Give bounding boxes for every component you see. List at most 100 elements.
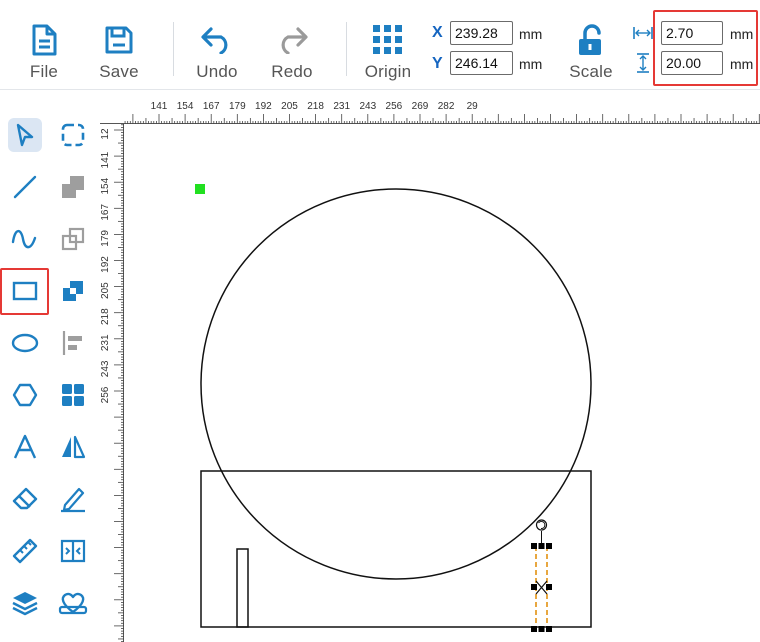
hexagon-icon: [12, 383, 38, 407]
design-canvas[interactable]: [124, 124, 760, 642]
width-arrow-icon: [633, 25, 653, 41]
resize-handle[interactable]: [531, 543, 537, 549]
canvas-drawing: [195, 184, 592, 632]
array-tool[interactable]: [56, 378, 90, 412]
ruler-icon: [12, 538, 38, 564]
vertical-ruler: 12 141 154 167 179 192 205 218 231 243 256: [100, 124, 124, 642]
origin-button[interactable]: Origin: [360, 0, 416, 90]
redo-icon: [272, 20, 312, 60]
origin-grid-icon: [368, 20, 408, 60]
weld-tool[interactable]: [56, 170, 90, 204]
resize-handle[interactable]: [531, 584, 537, 590]
ruler-tick-label: 12: [100, 128, 111, 140]
pen-sign-icon: [61, 487, 85, 513]
selected-bar-shape[interactable]: [531, 519, 552, 632]
resize-handle[interactable]: [546, 626, 552, 632]
ruler-tick-label: 179: [100, 230, 111, 247]
ruler-tick-label: 29: [467, 101, 479, 112]
ruler-tick-label: 192: [100, 256, 111, 273]
ruler-tick-label: 256: [386, 101, 403, 112]
resize-handle[interactable]: [546, 543, 552, 549]
ruler-tick-label: 231: [333, 101, 350, 112]
ruler-tick-label: 269: [412, 101, 429, 112]
overlap-fill-icon: [63, 281, 83, 301]
text-tool[interactable]: [8, 430, 42, 464]
redo-label: Redo: [271, 62, 313, 81]
undo-icon: [197, 20, 237, 60]
eraser-tool[interactable]: [8, 482, 42, 516]
y-label: Y: [432, 55, 443, 72]
curve-tool[interactable]: [8, 222, 42, 256]
ruler-tick-label: 179: [229, 101, 246, 112]
line-tool[interactable]: [8, 170, 42, 204]
top-toolbar: File Save Undo Redo Origin X 239.28 mm Y…: [0, 0, 760, 90]
ruler-tick-label: 231: [100, 334, 111, 351]
resize-handle[interactable]: [531, 626, 537, 632]
mirror-tool[interactable]: [56, 430, 90, 464]
grid-squares-icon: [62, 384, 84, 406]
cursor-arrow-icon: [16, 123, 34, 147]
ruler-tick-label: 141: [151, 101, 168, 112]
height-arrow-icon: [635, 53, 651, 73]
ruler-tick-label: 205: [281, 101, 298, 112]
node-edit-tool[interactable]: [56, 118, 90, 152]
circle-shape[interactable]: [200, 188, 592, 580]
measure-tool[interactable]: [8, 534, 42, 568]
x-position-input[interactable]: [450, 21, 513, 45]
shape-library-tool[interactable]: [56, 586, 90, 620]
scale-label: Scale: [569, 62, 613, 81]
redo-button[interactable]: Redo: [268, 0, 316, 90]
sign-tool[interactable]: [56, 482, 90, 516]
ellipse-icon: [11, 333, 39, 353]
x-unit: mm: [519, 26, 543, 42]
ruler-tick-label: 243: [100, 360, 111, 377]
y-unit: mm: [519, 56, 543, 72]
layers-icon: [12, 592, 38, 616]
undo-label: Undo: [196, 62, 238, 81]
layers-tool[interactable]: [8, 586, 42, 620]
split-tool[interactable]: [56, 534, 90, 568]
ruler-tick-label: 167: [203, 101, 220, 112]
select-tool[interactable]: [8, 118, 42, 152]
horizontal-ruler: 141 154 167 179 192 205 218 231 243 256 269 282 29: [100, 98, 760, 124]
undo-button[interactable]: Undo: [193, 0, 241, 90]
resize-handle[interactable]: [538, 543, 545, 549]
ellipse-tool[interactable]: [8, 326, 42, 360]
ruler-tick-label: 192: [255, 101, 272, 112]
group-tool[interactable]: [56, 222, 90, 256]
scale-lock-button[interactable]: Scale: [563, 0, 619, 90]
split-frame-icon: [60, 539, 86, 563]
size-inputs-highlight: [653, 10, 758, 86]
align-tool[interactable]: [56, 326, 90, 360]
y-position-input[interactable]: [450, 51, 513, 75]
eraser-icon: [12, 487, 38, 510]
left-tool-panel: [0, 96, 100, 642]
file-label: File: [29, 62, 59, 81]
ruler-tick-label: 218: [100, 308, 111, 325]
ruler-tick-label: 154: [100, 177, 111, 194]
file-button[interactable]: File: [24, 0, 64, 90]
save-button[interactable]: Save: [99, 0, 139, 90]
ruler-tick-label: 154: [177, 101, 194, 112]
resize-handle[interactable]: [546, 584, 552, 590]
ruler-tick-label: 243: [359, 101, 376, 112]
laser-design-app: File Save Undo Redo Origin X 239.28 mm Y…: [0, 0, 760, 642]
resize-handle[interactable]: [538, 626, 545, 632]
rectangle-tool-highlight: [0, 268, 49, 315]
text-a-icon: [13, 434, 37, 459]
toolbar-divider: [173, 22, 174, 76]
ruler-tick-label: 141: [100, 151, 111, 168]
wave-curve-icon: [11, 229, 37, 249]
ruler-tick-label: 256: [100, 386, 111, 403]
save-icon: [99, 20, 139, 60]
polygon-tool[interactable]: [8, 378, 42, 412]
origin-marker: [195, 184, 205, 194]
ruler-tick-label: 218: [307, 101, 324, 112]
overlap-outline-icon: [61, 227, 85, 251]
save-label: Save: [99, 62, 139, 81]
small-bar-shape[interactable]: [236, 548, 249, 628]
combine-tool[interactable]: [56, 274, 90, 308]
ruler-tick-label: 205: [100, 282, 111, 299]
ruler-tick-label: 282: [438, 101, 455, 112]
heart-shapes-icon: [58, 592, 88, 615]
